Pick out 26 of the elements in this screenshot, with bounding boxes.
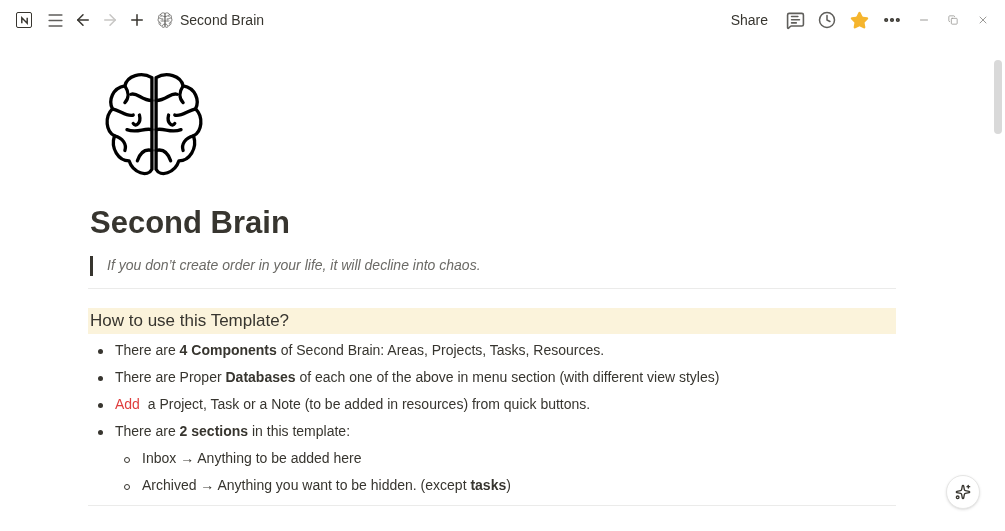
bullet-icon (98, 349, 103, 354)
scrollbar-thumb[interactable] (994, 60, 1002, 134)
list-item-text: There are 4 Components of Second Brain: Areas, Projects, Tasks, Resources. (115, 341, 605, 360)
brain-icon (157, 11, 173, 29)
close-icon[interactable] (977, 14, 989, 26)
bullet-icon (98, 403, 103, 408)
list-item-text: Inbox → Anything to be added here (142, 449, 362, 468)
star-icon[interactable] (850, 10, 869, 30)
back-icon[interactable] (74, 11, 92, 29)
breadcrumb[interactable]: Second Brain (180, 9, 265, 31)
list-item-text: There are 2 sections in this template: (115, 422, 350, 441)
app-logo-icon[interactable] (16, 12, 32, 28)
list-item-text: There are Proper Databases of each one of the above in menu section (with different view styles) (115, 368, 720, 387)
page-title: Second Brain (90, 204, 291, 242)
list-item-text: Archived → Anything you want to be hidden. (except tasks) (142, 476, 511, 495)
clock-icon[interactable] (818, 11, 836, 29)
sparkle-icon (955, 484, 971, 500)
share-button[interactable]: Share (728, 9, 770, 31)
callout-heading: How to use this Template? (88, 308, 896, 334)
list-item-text: Add a Project, Task or a Note (to be added in resources) from quick buttons. (115, 395, 591, 414)
quote: If you don’t create order in your life, it will decline into chaos. (107, 256, 481, 275)
new-page-icon[interactable] (128, 11, 146, 29)
comment-icon[interactable] (786, 10, 805, 30)
bullet-icon (98, 376, 103, 381)
bullet-icon (98, 430, 103, 435)
ai-assistant-button[interactable] (946, 475, 980, 509)
